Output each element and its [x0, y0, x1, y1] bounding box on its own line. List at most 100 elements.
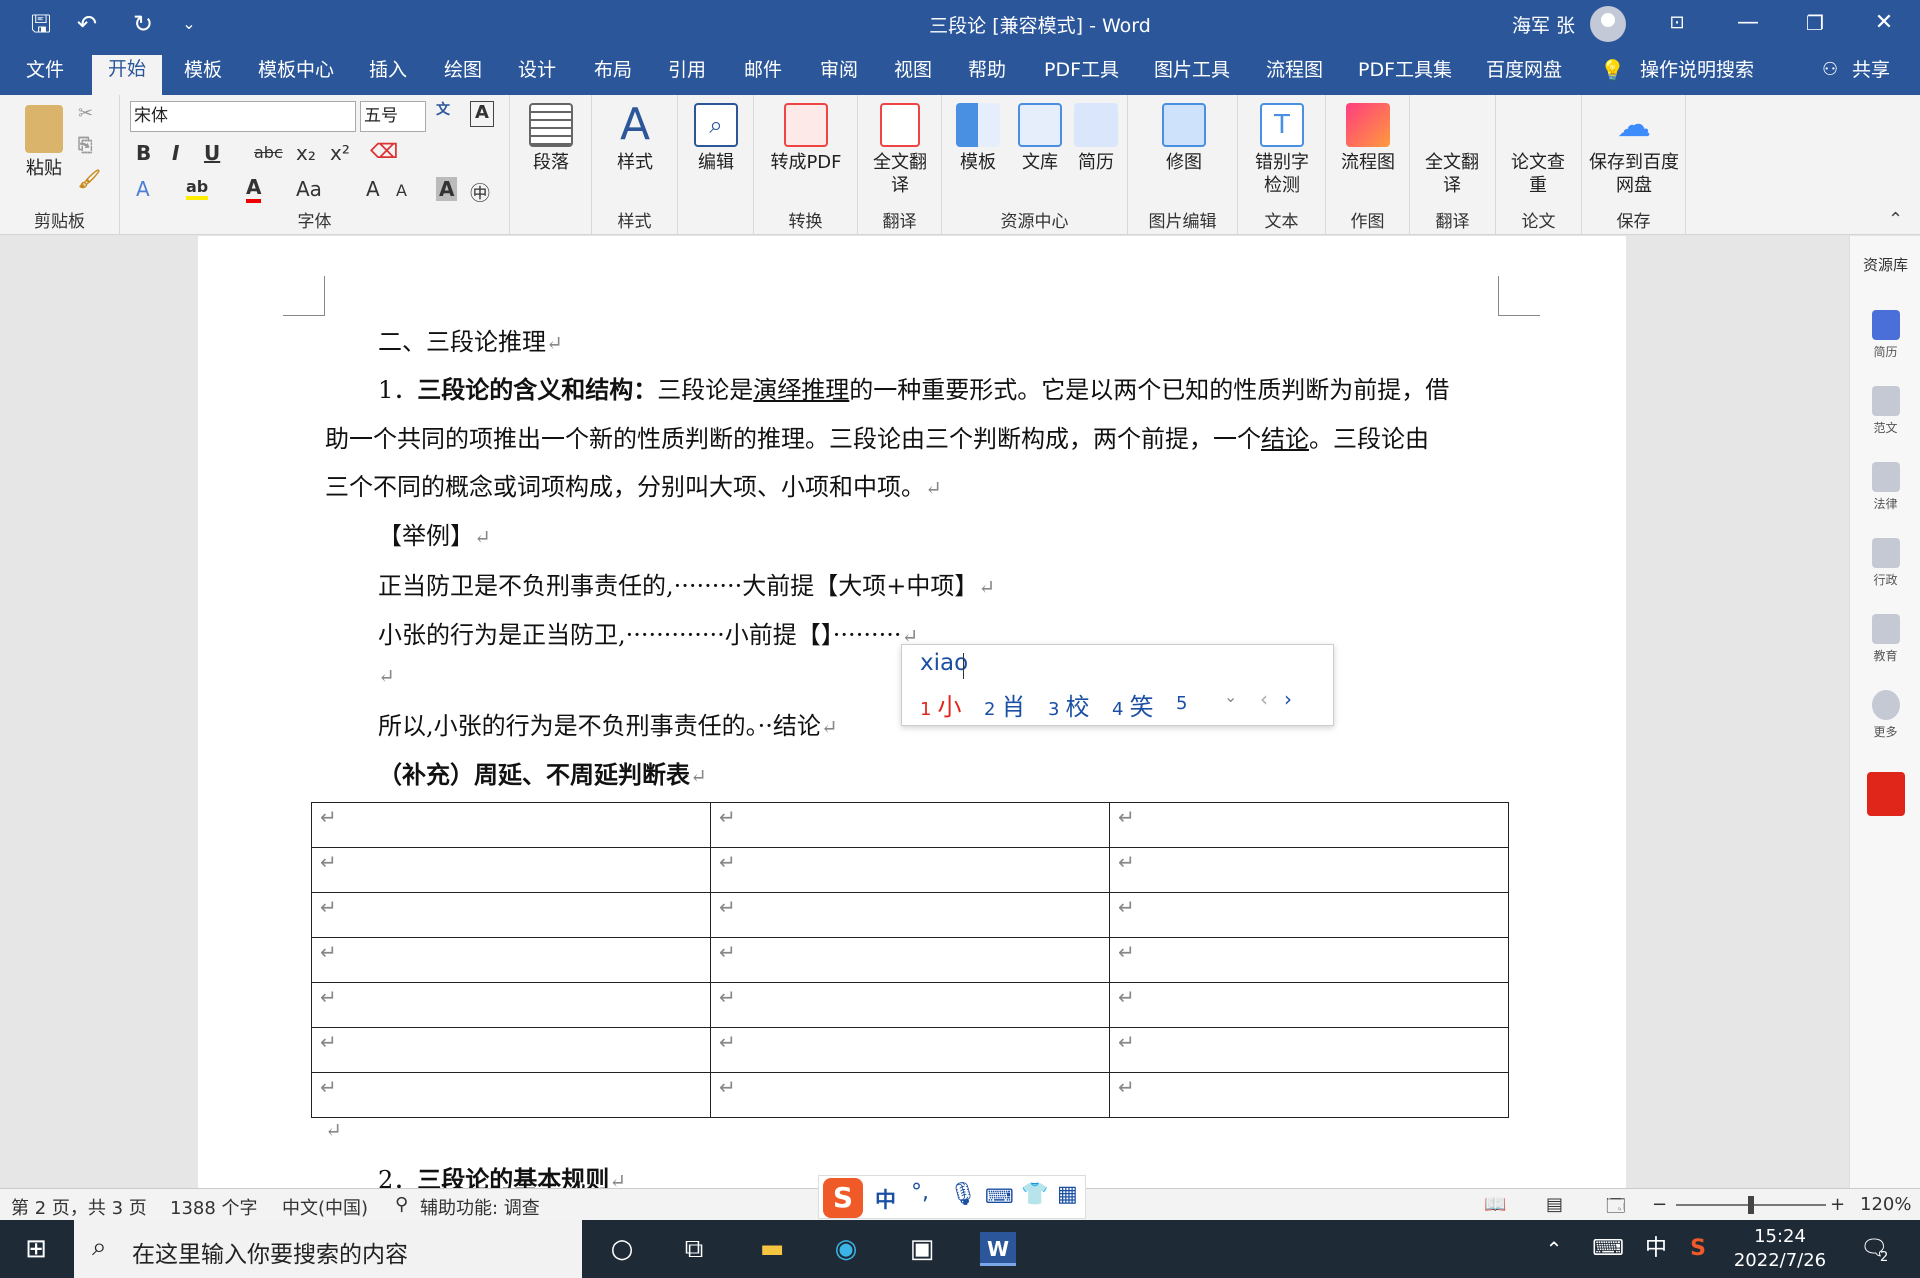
char-shading-icon[interactable]: A — [436, 177, 458, 201]
panel-item-admin[interactable]: 行政 — [1850, 538, 1920, 588]
table-cell[interactable]: ↵ — [1109, 937, 1509, 983]
ime-candidate-2[interactable]: 2肖 — [984, 687, 1025, 722]
save-icon[interactable]: 🖫 — [24, 8, 58, 40]
ime-mic-icon[interactable]: 🎙 — [949, 1182, 977, 1207]
panel-item-sample[interactable]: 范文 — [1850, 386, 1920, 436]
judgment-table[interactable]: ↵ ↵ ↵ ↵ ↵ ↵ ↵ ↵ ↵ ↵ ↵ ↵ ↵ ↵ ↵ ↵ ↵ ↵ ↵ ↵ ↵ — [311, 802, 1509, 1118]
italic-button[interactable]: I — [172, 141, 179, 165]
sogou-logo-icon[interactable]: S — [823, 1178, 863, 1218]
text-effects-icon[interactable]: A — [136, 177, 150, 201]
full-translate-button[interactable]: 全文翻译 — [872, 103, 928, 197]
file-explorer-icon[interactable]: ▬ — [754, 1232, 790, 1266]
table-cell[interactable]: ↵ — [710, 937, 1110, 983]
enclose-char-icon[interactable]: ㊥ — [470, 177, 490, 206]
zoom-out-button[interactable]: − — [1652, 1194, 1667, 1215]
tab-review[interactable]: 审阅 — [820, 57, 858, 89]
tab-template[interactable]: 模板 — [184, 57, 222, 89]
touch-keyboard-icon[interactable]: ⌨ — [1590, 1232, 1626, 1266]
tab-design[interactable]: 设计 — [518, 57, 556, 89]
template-button[interactable]: 模板 — [952, 103, 1004, 174]
page-count[interactable]: 第 2 页，共 3 页 — [11, 1194, 147, 1220]
user-name[interactable]: 海军 张 — [1512, 11, 1575, 38]
char-border-icon[interactable]: A — [470, 101, 494, 127]
full-translate2-button[interactable]: 全文翻译 — [1424, 151, 1480, 197]
tab-pdf-toolset[interactable]: PDF工具集 — [1358, 57, 1452, 89]
plagiarism-check-button[interactable]: 论文查重 — [1510, 151, 1566, 197]
edit-button[interactable]: ⌕ 编辑 — [690, 103, 742, 174]
convert-to-pdf-button[interactable]: 转成PDF — [760, 103, 852, 174]
ime-skin-icon[interactable]: 👕 — [1021, 1182, 1048, 1207]
table-cell[interactable]: ↵ — [710, 847, 1110, 893]
edit-image-button[interactable]: 修图 — [1158, 103, 1210, 174]
tab-insert[interactable]: 插入 — [369, 57, 407, 89]
subscript-button[interactable]: x₂ — [296, 141, 316, 165]
ime-candidate-5[interactable]: 5 — [1176, 687, 1193, 715]
ime-candidate-4[interactable]: 4笑 — [1112, 687, 1153, 722]
font-color-icon[interactable]: A — [246, 175, 262, 203]
print-layout-icon[interactable]: ▤ — [1546, 1194, 1563, 1215]
link-deductive-reasoning[interactable]: 演绎推理 — [753, 376, 849, 404]
ime-toolbox-icon[interactable]: ▦ — [1057, 1182, 1078, 1207]
word-count[interactable]: 1388 个字 — [170, 1194, 258, 1220]
table-cell[interactable]: ↵ — [311, 982, 711, 1028]
tab-home[interactable]: 开始 — [92, 55, 163, 95]
underline-button[interactable]: U — [204, 141, 220, 165]
clear-format-icon[interactable]: ⌫ — [370, 139, 398, 163]
highlight-icon[interactable]: ab — [186, 177, 209, 200]
avatar[interactable] — [1590, 6, 1626, 42]
library-button[interactable]: 文库 — [1014, 103, 1066, 174]
bold-button[interactable]: B — [136, 141, 151, 165]
share-button[interactable]: 共享 — [1852, 57, 1890, 89]
table-cell[interactable]: ↵ — [311, 847, 711, 893]
camera-app-icon[interactable]: ▣ — [904, 1232, 940, 1266]
tab-template-center[interactable]: 模板中心 — [258, 57, 334, 89]
ribbon-display-icon[interactable]: ⊡ — [1655, 8, 1699, 38]
ime-next-page-icon[interactable]: › — [1284, 687, 1292, 711]
panel-item-law[interactable]: 法律 — [1850, 462, 1920, 512]
table-cell[interactable]: ↵ — [1109, 847, 1509, 893]
language[interactable]: 中文(中国) — [282, 1194, 368, 1220]
copy-icon[interactable]: ⎘ — [78, 135, 92, 156]
tab-baidu-netdisk[interactable]: 百度网盘 — [1486, 57, 1562, 89]
table-cell[interactable]: ↵ — [311, 937, 711, 983]
red-envelope-icon[interactable] — [1850, 772, 1920, 819]
table-cell[interactable]: ↵ — [311, 1072, 711, 1118]
change-case-icon[interactable]: Aa — [296, 177, 322, 201]
accessibility-status[interactable]: 辅助功能: 调查 — [420, 1194, 540, 1220]
customize-quick-access-icon[interactable]: ⌄ — [172, 8, 206, 40]
table-cell[interactable]: ↵ — [710, 1027, 1110, 1073]
tab-pdf-tools[interactable]: PDF工具 — [1044, 57, 1119, 89]
table-cell[interactable]: ↵ — [311, 1027, 711, 1073]
ime-candidate-3[interactable]: 3校 — [1048, 687, 1089, 722]
ime-punctuation-icon[interactable]: °, — [911, 1180, 929, 1205]
resource-panel-title[interactable]: 资源库 — [1850, 254, 1920, 275]
zoom-in-button[interactable]: + — [1830, 1194, 1845, 1215]
paste-button[interactable]: 粘贴 — [8, 105, 80, 180]
table-cell[interactable]: ↵ — [1109, 982, 1509, 1028]
grow-font-icon[interactable]: A — [366, 177, 380, 201]
paragraph-button[interactable]: 段落 — [526, 103, 576, 174]
table-cell[interactable]: ↵ — [311, 892, 711, 938]
flowchart-button[interactable]: 流程图 — [1334, 103, 1402, 174]
tell-me-search[interactable]: 操作说明搜索 — [1640, 57, 1754, 89]
task-view-icon[interactable]: ⧉ — [676, 1232, 712, 1266]
edge-icon[interactable]: ◉ — [828, 1232, 864, 1266]
zoom-slider-thumb[interactable] — [1748, 1196, 1754, 1214]
strikethrough-button[interactable]: abc — [254, 143, 283, 162]
styles-button[interactable]: A 样式 — [608, 103, 662, 174]
table-cell[interactable]: ↵ — [710, 982, 1110, 1028]
tab-view[interactable]: 视图 — [894, 57, 932, 89]
tab-flowchart[interactable]: 流程图 — [1266, 57, 1323, 89]
word-taskbar-icon[interactable]: W — [980, 1232, 1016, 1266]
ime-prev-page-icon[interactable]: ‹ — [1260, 687, 1268, 711]
close-button[interactable]: ✕ — [1862, 8, 1906, 38]
tab-mailings[interactable]: 邮件 — [744, 57, 782, 89]
restore-button[interactable]: ❐ — [1793, 8, 1837, 38]
table-cell[interactable]: ↵ — [710, 1072, 1110, 1118]
undo-icon[interactable]: ↶ — [70, 8, 104, 40]
panel-item-education[interactable]: 教育 — [1850, 614, 1920, 664]
taskbar-search[interactable]: ⌕ 在这里输入你要搜索的内容 — [74, 1220, 582, 1278]
ime-candidate-1[interactable]: 1小 — [920, 687, 961, 722]
ime-keyboard-icon[interactable]: ⌨ — [985, 1184, 1014, 1208]
tab-file[interactable]: 文件 — [26, 57, 64, 89]
